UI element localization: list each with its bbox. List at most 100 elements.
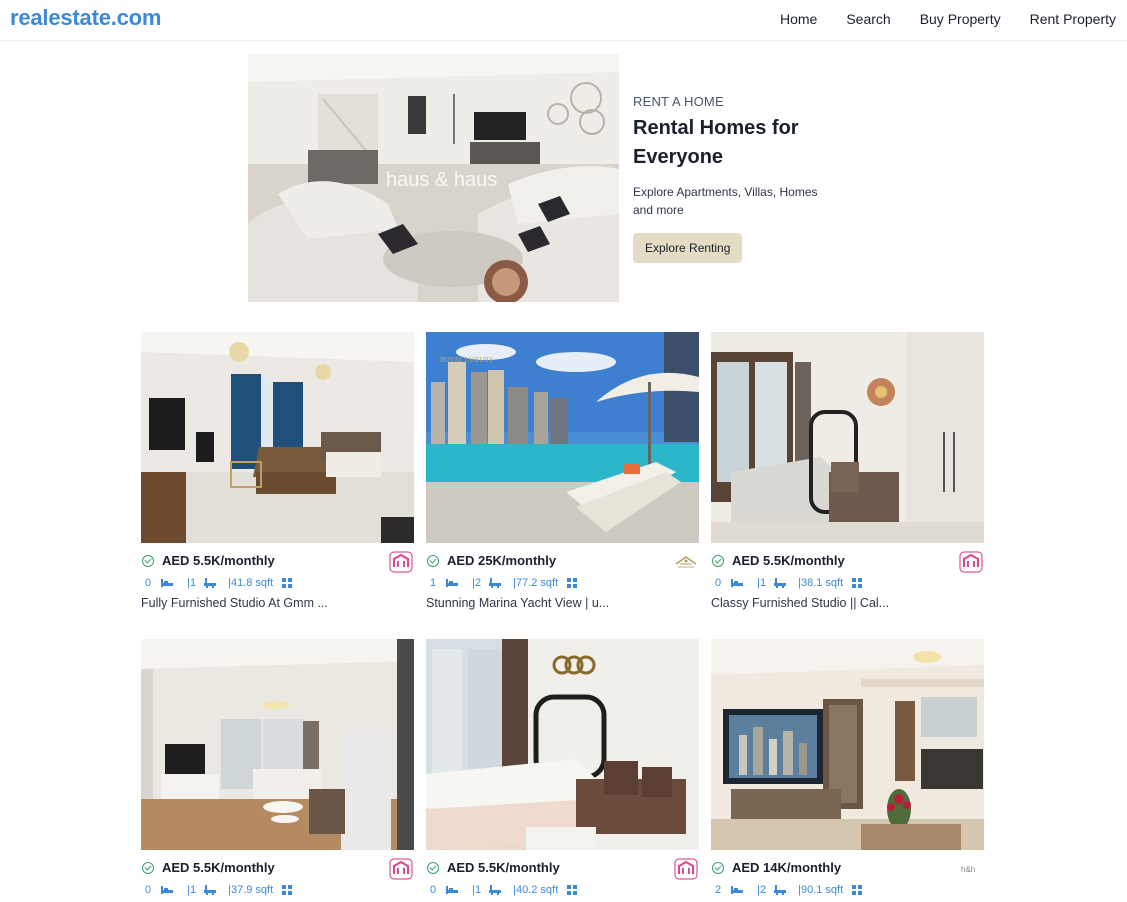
agency-logo-icon[interactable] — [389, 858, 413, 880]
rooms-count: 1 — [430, 577, 437, 589]
baths-count: |1 — [757, 577, 767, 589]
property-title[interactable]: Classy Furnished Studio || Cal... — [711, 596, 985, 610]
verified-icon — [427, 555, 439, 567]
property-card[interactable]: AED 5.5K/monthly 0 |1 |40.2 sqft — [426, 639, 700, 898]
property-stats: 0 |1 |40.2 sqft — [426, 882, 700, 898]
bed-icon — [446, 579, 459, 587]
property-card[interactable]: AED 14K/monthly h&h 2 |2 |90.1 sqft — [711, 639, 985, 898]
property-stats: 2 |2 |90.1 sqft — [711, 882, 985, 898]
baths-count: |1 — [472, 884, 482, 896]
price-row: AED 25K/monthly — [426, 551, 700, 573]
price-row: AED 5.5K/monthly — [426, 858, 700, 880]
property-image[interactable] — [711, 332, 984, 543]
property-image[interactable] — [426, 639, 699, 850]
baths-count: |1 — [187, 577, 197, 589]
nav-buy-property-link[interactable]: Buy Property — [920, 11, 1001, 27]
property-stats: 0 |1 |38.1 sqft — [711, 575, 985, 591]
hero-purpose-label: RENT A HOME — [633, 94, 724, 109]
property-image[interactable] — [141, 332, 414, 543]
property-image[interactable]: ROYAL LUXURY — [426, 332, 699, 543]
rooms-count: 0 — [145, 884, 152, 896]
verified-icon — [712, 555, 724, 567]
agency-logo-icon[interactable] — [389, 551, 413, 573]
price: AED 5.5K/monthly — [162, 553, 275, 568]
property-card[interactable]: AED 5.5K/monthly 0 |1 |38.1 sqft Classy … — [711, 332, 985, 610]
agency-logo-icon[interactable] — [959, 551, 983, 573]
agency-logo-icon[interactable] — [674, 858, 698, 880]
property-card[interactable]: AED 5.5K/monthly 0 |1 |37.9 sqft — [141, 639, 415, 898]
nav-home-link[interactable]: Home — [780, 11, 817, 27]
property-stats: 0 |1 |41.8 sqft — [141, 575, 415, 591]
property-title[interactable]: Stunning Marina Yacht View | u... — [426, 596, 700, 610]
hero-description: Explore Apartments, Villas, Homes and mo… — [633, 183, 843, 219]
grid-icon — [567, 885, 578, 895]
nav-links: Home Search Buy Property Rent Property — [780, 11, 1116, 27]
price: AED 25K/monthly — [447, 553, 557, 568]
bath-icon — [489, 885, 502, 895]
agency-logo-icon[interactable] — [674, 551, 698, 573]
price: AED 5.5K/monthly — [732, 553, 845, 568]
hero-description-line-2: and more — [633, 203, 684, 217]
bath-icon — [204, 885, 217, 895]
bed-icon — [446, 886, 459, 894]
navbar: realestate.com Home Search Buy Property … — [0, 0, 1127, 41]
agency-logo-icon[interactable]: h&h — [959, 858, 983, 880]
area-size: |41.8 sqft — [228, 577, 274, 589]
property-card[interactable]: ROYAL LUXURY AED 25K/monthly 1 |2 |77.2 … — [426, 332, 700, 610]
price-row: AED 5.5K/monthly — [141, 858, 415, 880]
rooms-count: 2 — [715, 884, 722, 896]
grid-icon — [567, 578, 578, 588]
bath-icon — [204, 578, 217, 588]
area-size: |38.1 sqft — [798, 577, 844, 589]
hero-banner-image: haus & haus — [248, 54, 619, 302]
hero-text-block: RENT A HOME Rental Homes for Everyone Ex… — [633, 94, 843, 263]
bath-icon — [489, 578, 502, 588]
bath-icon — [774, 885, 787, 895]
verified-icon — [142, 862, 154, 874]
verified-icon — [427, 862, 439, 874]
baths-count: |2 — [757, 884, 767, 896]
area-size: |90.1 sqft — [798, 884, 844, 896]
bath-icon — [774, 578, 787, 588]
rooms-count: 0 — [145, 577, 152, 589]
hero-watermark: haus & haus — [386, 169, 497, 191]
property-title[interactable]: Fully Furnished Studio At Gmm ... — [141, 596, 415, 610]
hero-description-line-1: Explore Apartments, Villas, Homes — [633, 185, 818, 199]
property-card[interactable]: AED 5.5K/monthly 0 |1 |41.8 sqft Fully F… — [141, 332, 415, 610]
grid-icon — [852, 578, 863, 588]
bed-icon — [161, 886, 174, 894]
price-row: AED 5.5K/monthly — [141, 551, 415, 573]
verified-icon — [712, 862, 724, 874]
hero-title: Rental Homes for Everyone — [633, 114, 843, 172]
hero-title-line-1: Rental Homes for — [633, 117, 799, 139]
svg-text:h&h: h&h — [961, 865, 975, 874]
area-size: |77.2 sqft — [513, 577, 559, 589]
bed-icon — [731, 579, 744, 587]
nav-search-link[interactable]: Search — [846, 11, 890, 27]
rooms-count: 0 — [715, 577, 722, 589]
price-row: AED 5.5K/monthly — [711, 551, 985, 573]
property-stats: 1 |2 |77.2 sqft — [426, 575, 700, 591]
rooms-count: 0 — [430, 884, 437, 896]
property-stats: 0 |1 |37.9 sqft — [141, 882, 415, 898]
price: AED 5.5K/monthly — [162, 860, 275, 875]
hero-title-line-2: Everyone — [633, 146, 724, 168]
grid-icon — [282, 578, 293, 588]
area-size: |37.9 sqft — [228, 884, 274, 896]
explore-renting-button[interactable]: Explore Renting — [633, 233, 743, 263]
price: AED 14K/monthly — [732, 860, 842, 875]
price-row: AED 14K/monthly h&h — [711, 858, 985, 880]
property-image[interactable] — [141, 639, 414, 850]
svg-text:ROYAL LUXURY: ROYAL LUXURY — [440, 356, 494, 364]
price: AED 5.5K/monthly — [447, 860, 560, 875]
grid-icon — [852, 885, 863, 895]
bed-icon — [161, 579, 174, 587]
verified-icon — [142, 555, 154, 567]
site-logo[interactable]: realestate.com — [10, 5, 161, 31]
baths-count: |2 — [472, 577, 482, 589]
grid-icon — [282, 885, 293, 895]
bed-icon — [731, 886, 744, 894]
property-image[interactable] — [711, 639, 984, 850]
nav-rent-property-link[interactable]: Rent Property — [1030, 11, 1116, 27]
baths-count: |1 — [187, 884, 197, 896]
